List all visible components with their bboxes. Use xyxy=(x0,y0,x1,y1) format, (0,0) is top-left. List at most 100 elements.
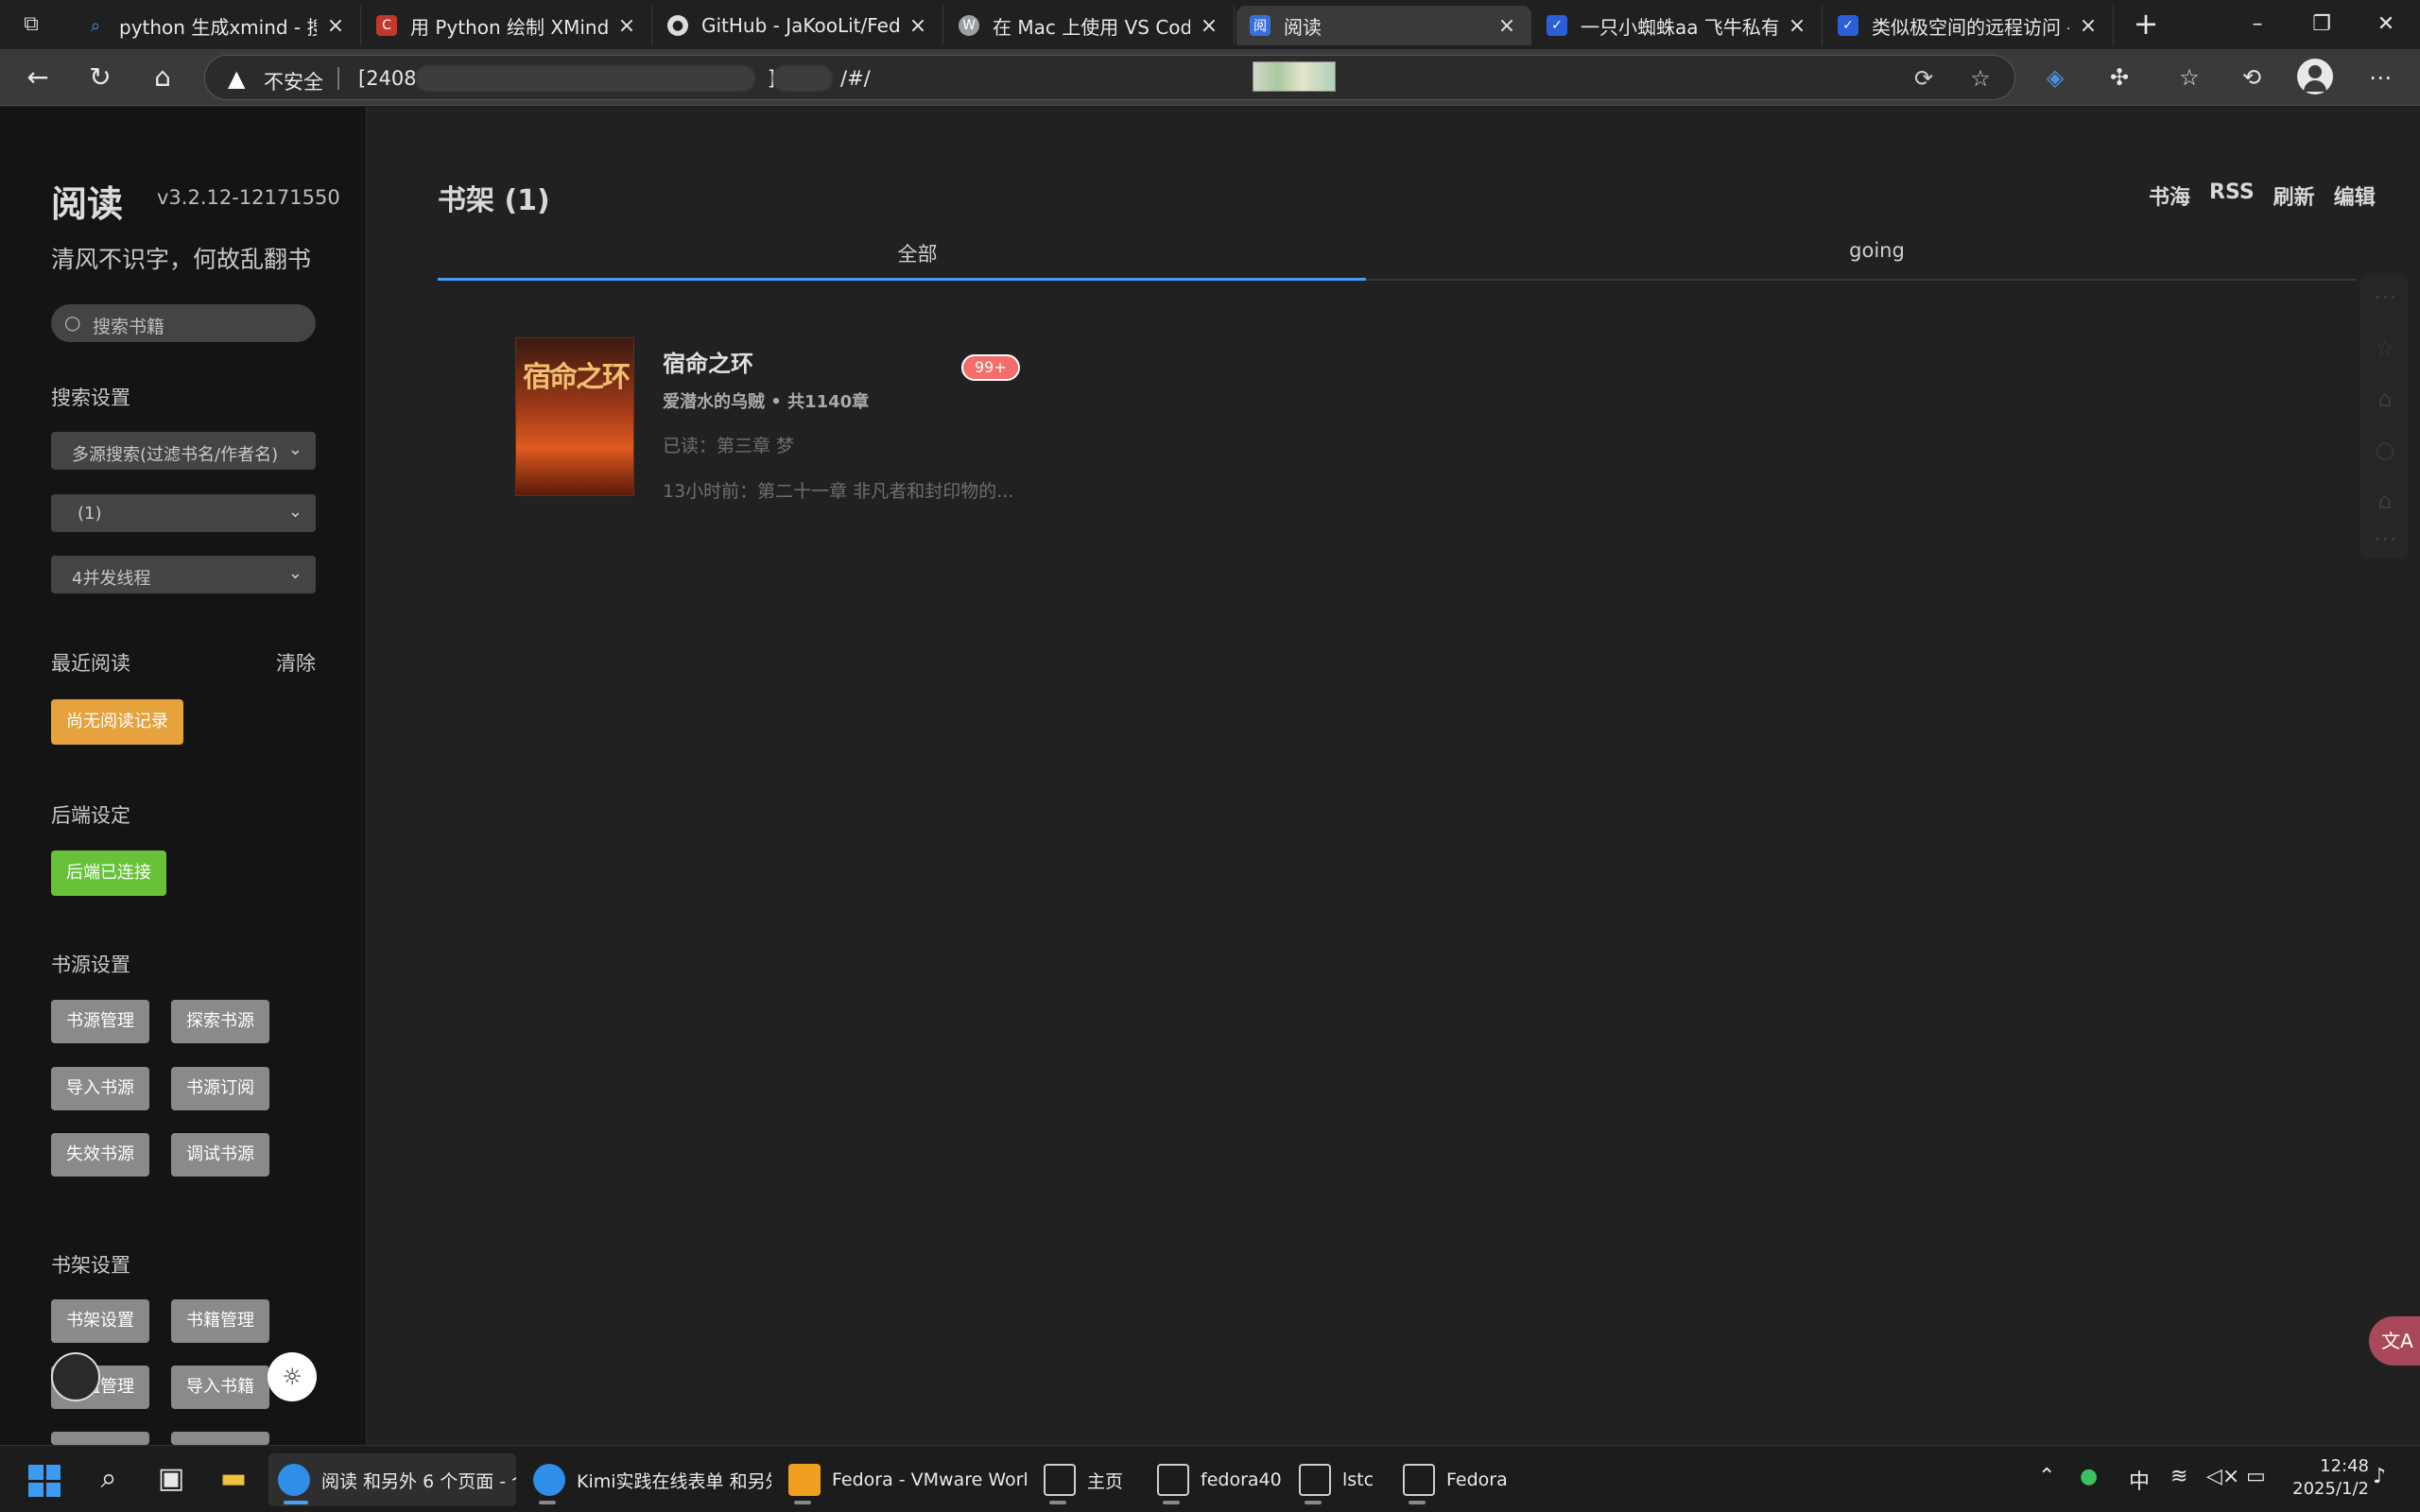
top-actions: 书海 RSS 刷新 编辑 xyxy=(2149,180,2376,211)
grip-icon[interactable]: ⋯ xyxy=(2373,284,2397,309)
clock[interactable]: 12:48 2025/1/2 xyxy=(2278,1455,2369,1501)
profile-avatar[interactable] xyxy=(2297,59,2333,94)
reload-button[interactable]: ↻ xyxy=(81,60,119,94)
sidebar: 阅读 v3.2.12-12171550 清风不识字，何故乱翻书 ○ 搜索书籍 搜… xyxy=(0,107,367,1445)
taskbar-app[interactable]: 阅读 和另外 6 个页面 - 个 xyxy=(268,1453,516,1506)
redacted-block xyxy=(772,65,833,92)
import-source-button[interactable]: 导入书源 xyxy=(51,1067,149,1110)
close-icon[interactable]: × xyxy=(1198,14,1220,38)
source-manage-button[interactable]: 书源管理 xyxy=(51,1000,149,1043)
refresh-link[interactable]: 刷新 xyxy=(2273,180,2315,211)
more-menu-icon[interactable]: ⋯ xyxy=(2361,60,2399,94)
close-icon[interactable]: × xyxy=(2077,14,2100,38)
restore-button[interactable]: ❐ xyxy=(2303,8,2341,42)
new-tab-button[interactable]: + xyxy=(2129,8,2163,42)
search-icon[interactable]: ⌕ xyxy=(89,1459,129,1499)
book-card[interactable]: 宿命之环 宿命之环 99+ 爱潜水的乌贼 • 共1140章 已读：第三章 梦 1… xyxy=(515,337,1045,502)
search-input[interactable]: ○ 搜索书籍 xyxy=(51,304,316,342)
rss-link[interactable]: RSS xyxy=(2209,180,2255,211)
edge-icon xyxy=(278,1464,310,1496)
workspaces-icon[interactable]: ⧉ xyxy=(17,11,45,38)
vm-window-icon xyxy=(1299,1464,1331,1496)
security-label[interactable]: 不安全 xyxy=(264,67,323,95)
home-button[interactable]: ⌂ xyxy=(144,60,182,94)
back-button[interactable]: ← xyxy=(19,60,57,94)
chevron-up-icon[interactable]: ⌃ xyxy=(2038,1465,2055,1488)
source-group-select[interactable]: (1) ⌄ xyxy=(51,494,316,532)
star-icon[interactable]: ☆ xyxy=(2373,335,2397,360)
browser-tab[interactable]: W 在 Mac 上使用 VS Code、C × xyxy=(945,6,1235,45)
close-icon[interactable]: × xyxy=(907,14,929,38)
favorites-icon[interactable]: ☆ xyxy=(2170,60,2208,94)
battery-icon[interactable]: ▭ xyxy=(2246,1465,2266,1488)
import-book-button[interactable]: 导入书籍 xyxy=(171,1366,269,1409)
book-title[interactable]: 宿命之环 xyxy=(663,345,753,378)
start-button[interactable] xyxy=(28,1465,60,1497)
browser-tab[interactable]: ● GitHub - JaKooLit/Fedora-H × xyxy=(654,6,943,45)
github-icon[interactable] xyxy=(51,1352,100,1401)
task-view-icon[interactable]: ▣ xyxy=(151,1459,191,1499)
taskbar-app[interactable]: lstc xyxy=(1289,1453,1393,1506)
taskbar-app[interactable]: fedora40 xyxy=(1148,1453,1289,1506)
wechat-icon[interactable]: ● xyxy=(2080,1465,2098,1488)
taskbar-app[interactable]: 主页 xyxy=(1034,1453,1148,1506)
tag-icon[interactable]: ⌂ xyxy=(2373,387,2397,411)
active-tab-indicator xyxy=(438,278,1366,281)
more-button[interactable] xyxy=(51,1432,149,1445)
speaker-muted-icon[interactable]: ◁× xyxy=(2206,1465,2239,1488)
search-mode-select[interactable]: 多源搜索(过滤书名/作者名) ⌄ xyxy=(51,432,316,470)
divider xyxy=(337,67,339,90)
home-icon[interactable]: ⌂ xyxy=(2373,489,2397,513)
wifi-icon[interactable]: ≋ xyxy=(2170,1465,2187,1488)
more-icon[interactable]: ⋯ xyxy=(2373,526,2397,551)
notification-bell-icon[interactable]: ♪ xyxy=(2373,1465,2386,1488)
address-bar[interactable]: ▲ 不安全 [2408:]:/#/ ⟳ ☆ xyxy=(204,55,2015,100)
book-latest-chapter: 13小时前：第二十一章 非凡者和封印物的... xyxy=(663,481,1014,502)
file-explorer-icon[interactable]: ▬ xyxy=(214,1459,253,1499)
extension-icon[interactable]: ◈ xyxy=(2036,60,2074,94)
explore-source-button[interactable]: 探索书源 xyxy=(171,1000,269,1043)
thread-count-select[interactable]: 4并发线程 ⌄ xyxy=(51,556,316,593)
more-button[interactable] xyxy=(171,1432,269,1445)
book-sea-link[interactable]: 书海 xyxy=(2149,180,2190,211)
theme-toggle-icon[interactable]: ☼ xyxy=(268,1352,317,1401)
book-manage-button[interactable]: 书籍管理 xyxy=(171,1299,269,1343)
backend-connected-button[interactable]: 后端已连接 xyxy=(51,850,166,896)
close-icon[interactable]: × xyxy=(1495,14,1518,38)
shelf-settings-title: 书架设置 xyxy=(51,1254,130,1277)
book-cover[interactable]: 宿命之环 xyxy=(515,337,634,496)
ime-indicator[interactable]: 中 xyxy=(2129,1465,2150,1495)
history-icon[interactable]: ⟲ xyxy=(2233,60,2271,94)
close-icon[interactable]: × xyxy=(615,14,638,38)
taskbar-app[interactable]: Kimi实践在线表单 和另外 xyxy=(524,1453,771,1506)
browser-tab[interactable]: C 用 Python 绘制 XMind 思维 × xyxy=(363,6,652,45)
close-icon[interactable]: × xyxy=(324,14,347,38)
subscribe-source-button[interactable]: 书源订阅 xyxy=(171,1067,269,1110)
csdn-favicon-icon: C xyxy=(376,15,397,36)
invalid-source-button[interactable]: 失效书源 xyxy=(51,1133,149,1177)
taskbar-app[interactable]: Fedora - VMware Works xyxy=(779,1453,1027,1506)
shelf-settings-button[interactable]: 书架设置 xyxy=(51,1299,149,1343)
browser-tab[interactable]: ✓ 类似极空间的远程访问 - 建 × xyxy=(1824,6,2114,45)
close-icon[interactable]: × xyxy=(1786,14,1808,38)
github-icon: ● xyxy=(667,15,688,36)
debug-source-button[interactable]: 调试书源 xyxy=(171,1133,269,1177)
tab-going[interactable]: going xyxy=(1397,239,2357,262)
edit-link[interactable]: 编辑 xyxy=(2334,180,2376,211)
taskbar-app[interactable]: Fedora xyxy=(1393,1453,1516,1506)
comment-icon[interactable]: ○ xyxy=(2373,438,2397,462)
no-history-tag: 尚无阅读记录 xyxy=(51,699,183,745)
edge-icon xyxy=(533,1464,565,1496)
extensions-icon[interactable]: ✣ xyxy=(2100,60,2138,94)
favorite-star-icon[interactable]: ☆ xyxy=(1965,63,1996,94)
warning-icon[interactable]: ▲ xyxy=(228,65,245,92)
translate-icon[interactable]: 文A xyxy=(2369,1316,2420,1366)
clear-recent-link[interactable]: 清除 xyxy=(276,648,316,677)
tab-all[interactable]: 全部 xyxy=(438,239,1397,267)
browser-tab-active[interactable]: 阅 阅读 × xyxy=(1236,6,1531,45)
immersive-reader-icon[interactable]: ⟳ xyxy=(1909,63,1939,94)
browser-tab[interactable]: ⌕ python 生成xmind - 搜索 × xyxy=(72,6,361,45)
close-window-button[interactable]: ✕ xyxy=(2367,8,2405,42)
browser-tab[interactable]: ✓ 一只小蜘蛛aa 飞牛私有云访 × xyxy=(1533,6,1823,45)
minimize-button[interactable]: – xyxy=(2238,8,2276,42)
